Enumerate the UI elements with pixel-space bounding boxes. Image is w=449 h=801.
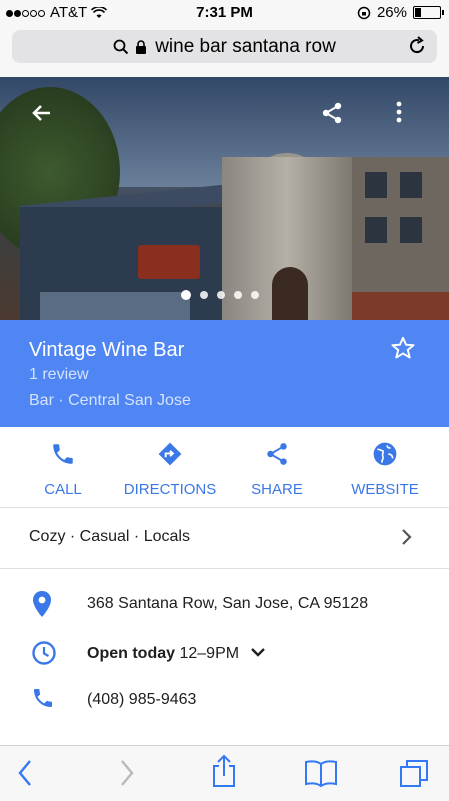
globe-icon — [373, 442, 397, 466]
photo-pager-dot[interactable] — [234, 291, 242, 299]
phone-icon — [34, 689, 52, 707]
place-name: Vintage Wine Bar — [29, 339, 185, 361]
location-pin-icon — [33, 591, 51, 617]
share-sheet-icon[interactable] — [210, 754, 238, 788]
photo-pager-dot[interactable] — [251, 291, 259, 299]
share-icon — [267, 443, 287, 465]
website-label: WEBSITE — [351, 481, 419, 498]
browser-toolbar — [0, 745, 449, 801]
storefront-sign — [138, 245, 200, 279]
photo-pager — [181, 290, 259, 300]
share-button[interactable]: SHARE — [221, 427, 333, 507]
address-bar[interactable]: wine bar santana row — [12, 30, 437, 63]
share-icon[interactable] — [320, 101, 344, 125]
directions-icon — [158, 442, 182, 466]
directions-button[interactable]: DIRECTIONS — [114, 427, 226, 507]
share-label: SHARE — [251, 481, 303, 498]
bookmarks-icon[interactable] — [304, 758, 338, 788]
reload-icon[interactable] — [407, 36, 427, 56]
place-photo[interactable] — [0, 77, 449, 320]
call-button[interactable]: CALL — [7, 427, 119, 507]
tabs-icon[interactable] — [398, 758, 430, 788]
hours-status: Open today — [87, 645, 176, 662]
address-text: wine bar santana row — [155, 35, 336, 57]
hours-range: 12–9PM — [179, 645, 240, 662]
place-header: Vintage Wine Bar 1 review Bar · Central … — [0, 320, 449, 427]
chevron-down-icon[interactable] — [250, 646, 266, 658]
chevron-right-icon — [402, 529, 412, 545]
photo-pager-dot[interactable] — [217, 291, 225, 299]
search-icon — [113, 39, 129, 54]
lock-icon — [136, 39, 147, 54]
address-text: 368 Santana Row, San Jose, CA 95128 — [87, 595, 369, 612]
review-count[interactable]: 1 review — [29, 366, 89, 384]
battery-icon — [413, 6, 444, 19]
back-arrow-icon[interactable] — [30, 101, 54, 125]
address-row[interactable]: 368 Santana Row, San Jose, CA 95128 — [0, 581, 449, 627]
call-label: CALL — [44, 481, 82, 498]
photo-pager-dot[interactable] — [181, 290, 191, 300]
forward-icon[interactable] — [118, 758, 136, 788]
more-options-icon[interactable] — [390, 99, 408, 125]
directions-label: DIRECTIONS — [123, 481, 217, 498]
rotation-lock-icon — [357, 6, 371, 19]
battery-percent: 26% — [376, 4, 407, 21]
photo-pager-dot[interactable] — [200, 291, 208, 299]
hours-row[interactable]: Open today 12–9PM — [0, 631, 449, 677]
website-button[interactable]: WEBSITE — [329, 427, 441, 507]
status-bar: AT&T 7:31 PM 26% — [0, 0, 449, 24]
phone-row[interactable]: (408) 985-9463 — [0, 677, 449, 723]
browser-address-area: wine bar santana row — [0, 24, 449, 78]
phone-number: (408) 985-9463 — [87, 691, 197, 708]
back-icon[interactable] — [16, 758, 34, 788]
clock-icon — [32, 641, 56, 665]
phone-icon — [53, 444, 73, 464]
action-bar: CALL DIRECTIONS SHARE WEBSITE — [0, 427, 449, 508]
attributes-text: Cozy · Casual · Locals — [29, 528, 190, 545]
place-category: Bar · Central San Jose — [29, 392, 191, 409]
attributes-row[interactable]: Cozy · Casual · Locals — [0, 508, 449, 569]
save-star-icon[interactable] — [390, 335, 416, 361]
